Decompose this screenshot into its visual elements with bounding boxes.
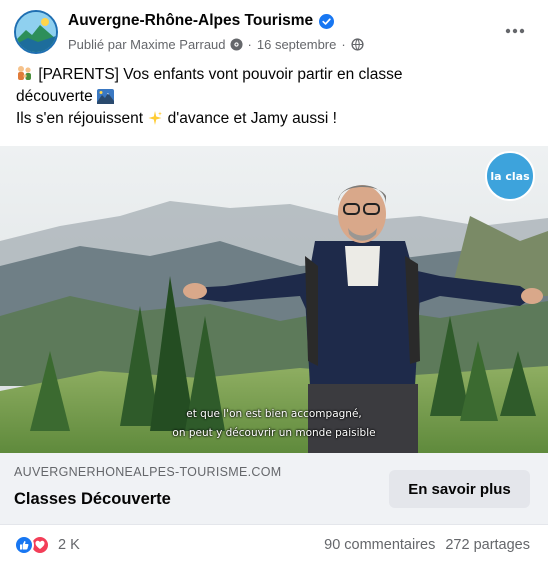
reactions-count: 2 K xyxy=(58,537,80,553)
engagement-bar: 2 K 90 commentaires 272 partages xyxy=(0,525,548,564)
heart-icon xyxy=(35,540,45,549)
post-text-line-2-text: découverte xyxy=(16,88,93,105)
post-text-line-3: Ils s'en réjouissent d'avance et Jamy au… xyxy=(16,108,532,130)
globe-icon xyxy=(351,37,364,51)
more-options-button[interactable] xyxy=(500,16,530,46)
video-logo-text: la clas xyxy=(490,170,530,183)
engagement-counts: 90 commentaires 272 partages xyxy=(324,537,530,553)
shares-count[interactable]: 272 partages xyxy=(445,537,530,553)
published-by: Publié par Maxime Parraud xyxy=(68,36,226,52)
post-date[interactable]: 16 septembre xyxy=(257,37,337,52)
avatar-image xyxy=(16,12,56,52)
post-text-line-3-a: Ils s'en réjouissent xyxy=(16,110,144,127)
facebook-post: Auvergne-Rhône-Alpes Tourisme Publié par… xyxy=(0,0,548,564)
verified-badge-icon xyxy=(319,13,335,29)
gear-icon xyxy=(229,37,243,51)
page-name[interactable]: Auvergne-Rhône-Alpes Tourisme xyxy=(68,12,313,30)
video-caption-line-1: et que l'on est bien accompagné, xyxy=(186,408,362,420)
mountain-landscape-emoji-icon xyxy=(97,89,115,104)
meta-separator: · xyxy=(341,36,346,52)
family-emoji-icon xyxy=(18,66,31,80)
post-text-line-2: découverte xyxy=(16,86,532,108)
link-title[interactable]: Classes Découverte xyxy=(14,490,171,509)
page-name-row: Auvergne-Rhône-Alpes Tourisme xyxy=(68,11,335,31)
post-text-line-3-b: d'avance et Jamy aussi ! xyxy=(167,110,337,127)
page-avatar[interactable] xyxy=(14,10,58,54)
link-domain: AUVERGNERHONEALPES-TOURISME.COM xyxy=(14,465,282,479)
post-text-line-1-text: [PARENTS] Vos enfants vont pouvoir parti… xyxy=(38,66,403,83)
comments-count[interactable]: 90 commentaires xyxy=(324,537,435,553)
post-text-line-1: [PARENTS] Vos enfants vont pouvoir parti… xyxy=(16,64,532,86)
video-caption-line-2: on peut y découvrir un monde paisible xyxy=(172,427,376,439)
video-frame: la clas xyxy=(0,146,548,453)
post-text: [PARENTS] Vos enfants vont pouvoir parti… xyxy=(16,64,532,130)
sparkles-emoji-icon xyxy=(148,111,163,125)
meta-separator: · xyxy=(247,36,252,52)
reactions-summary[interactable]: 2 K xyxy=(14,535,80,555)
more-options-icon xyxy=(505,28,525,34)
post-meta: Publié par Maxime Parraud · 16 septembre… xyxy=(68,35,364,53)
post-header: Auvergne-Rhône-Alpes Tourisme Publié par… xyxy=(0,0,548,64)
learn-more-button[interactable]: En savoir plus xyxy=(389,470,530,508)
link-preview[interactable]: AUVERGNERHONEALPES-TOURISME.COM Classes … xyxy=(0,453,548,525)
thumbs-up-icon xyxy=(20,541,29,550)
like-reaction-icon xyxy=(14,535,34,555)
video-player[interactable]: la clas et que l'on est bien accompagné,… xyxy=(0,146,548,453)
